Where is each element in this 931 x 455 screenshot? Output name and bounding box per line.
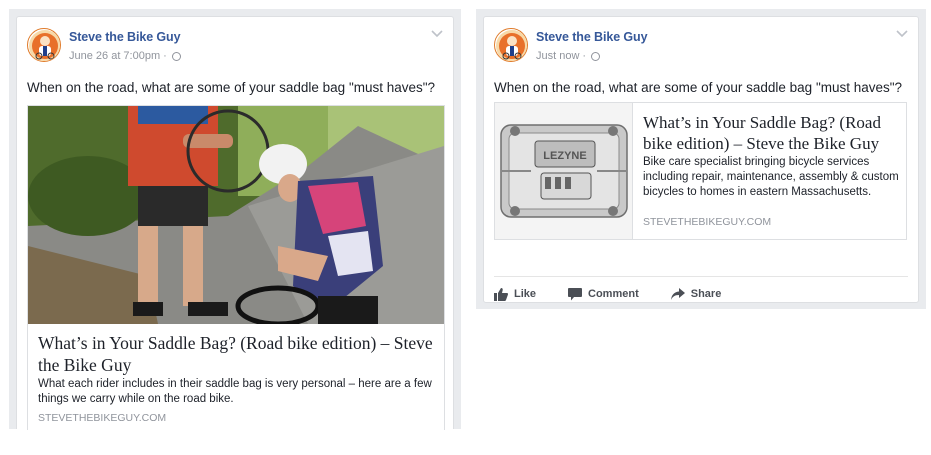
timestamp[interactable]: Just now	[536, 50, 579, 62]
post-card: Steve the Bike Guy Just now · When on th…	[483, 16, 919, 303]
share-icon	[670, 288, 685, 300]
like-label: Like	[514, 288, 537, 300]
action-bar: Like Comment Share	[494, 285, 753, 303]
link-domain: STEVETHEBIKEGUY.COM	[643, 216, 772, 228]
post-preview-left: Steve the Bike Guy June 26 at 7:00pm · W…	[9, 9, 461, 430]
comment-icon	[568, 287, 583, 300]
avatar[interactable]	[27, 28, 61, 62]
avatar[interactable]	[494, 28, 528, 62]
svg-text:LEZYNE: LEZYNE	[543, 150, 586, 162]
post-preview-right: Steve the Bike Guy Just now · When on th…	[476, 9, 926, 309]
link-title[interactable]: What’s in Your Saddle Bag? (Road bike ed…	[643, 112, 901, 154]
separator-dot: ·	[582, 50, 587, 62]
chevron-down-icon[interactable]	[431, 30, 443, 38]
link-image	[28, 106, 444, 324]
post-card: Steve the Bike Guy June 26 at 7:00pm · W…	[16, 16, 454, 430]
like-icon	[494, 287, 508, 301]
link-preview[interactable]: LEZYNE What’s in Your Saddle Bag? (Road …	[494, 102, 907, 240]
post-text: When on the road, what are some of your …	[494, 80, 903, 95]
link-image: LEZYNE	[495, 103, 633, 239]
globe-icon	[171, 51, 181, 61]
post-meta: Just now ·	[536, 50, 601, 62]
action-divider	[494, 276, 908, 277]
like-button[interactable]: Like	[494, 287, 537, 301]
link-title[interactable]: What’s in Your Saddle Bag? (Road bike ed…	[38, 332, 438, 376]
author-name[interactable]: Steve the Bike Guy	[536, 30, 648, 44]
comment-label: Comment	[588, 288, 639, 300]
share-label: Share	[690, 288, 722, 300]
link-domain: STEVETHEBIKEGUY.COM	[38, 412, 167, 424]
post-meta: June 26 at 7:00pm ·	[69, 50, 181, 62]
globe-icon	[591, 51, 601, 61]
author-name[interactable]: Steve the Bike Guy	[69, 30, 181, 44]
link-description: What each rider includes in their saddle…	[38, 378, 432, 405]
link-preview[interactable]: What’s in Your Saddle Bag? (Road bike ed…	[27, 105, 445, 430]
timestamp[interactable]: June 26 at 7:00pm	[69, 50, 160, 62]
comment-button[interactable]: Comment	[568, 287, 639, 301]
link-description: Bike care specialist bringing bicycle se…	[643, 156, 899, 198]
post-text: When on the road, what are some of your …	[27, 80, 436, 95]
chevron-down-icon[interactable]	[896, 30, 908, 38]
separator-dot: ·	[163, 50, 167, 62]
share-button[interactable]: Share	[670, 288, 722, 300]
